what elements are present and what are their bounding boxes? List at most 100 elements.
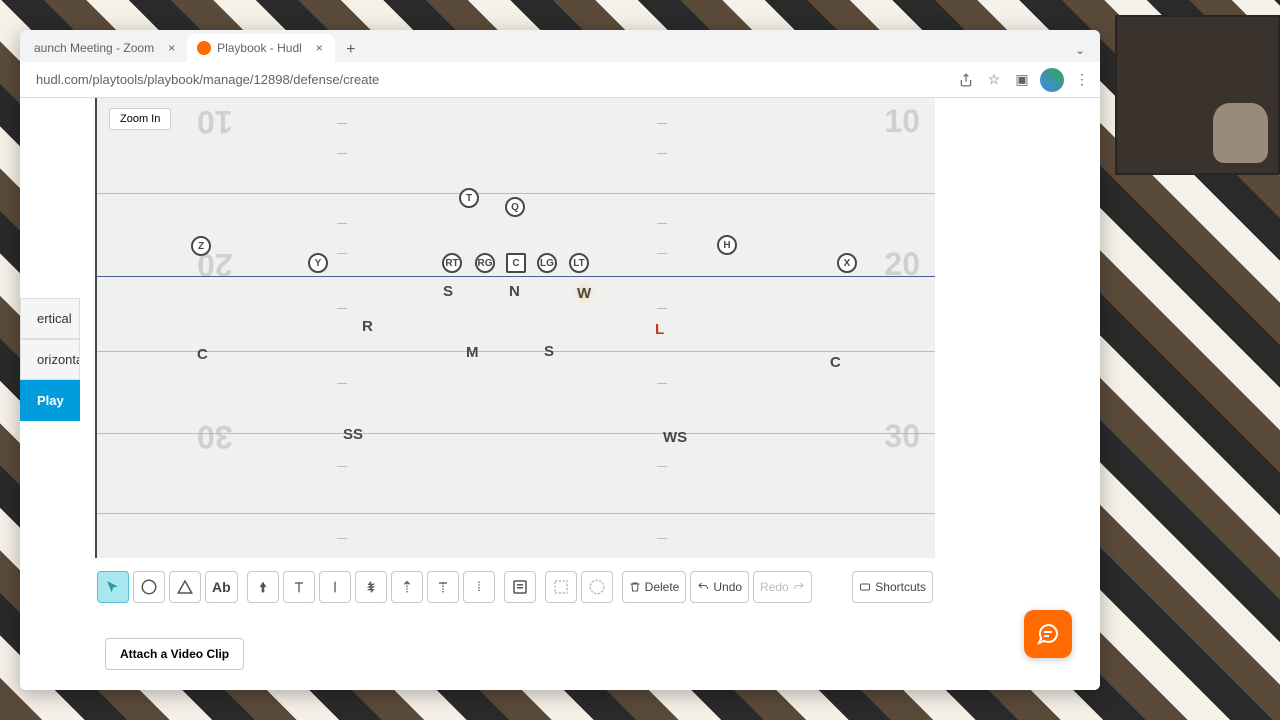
line-tool[interactable] xyxy=(319,571,351,603)
defender-s2[interactable]: S xyxy=(544,343,554,360)
defender-c-left[interactable]: C xyxy=(197,346,208,363)
line-of-scrimmage xyxy=(97,276,935,277)
tab-hudl[interactable]: Playbook - Hudl × xyxy=(187,34,335,62)
shortcuts-label: Shortcuts xyxy=(875,580,926,594)
zigzag-tool[interactable] xyxy=(355,571,387,603)
player-lg[interactable]: LG xyxy=(537,253,557,273)
shortcuts-button[interactable]: Shortcuts xyxy=(852,571,933,603)
content-area: ertical orizontal Play Zoom In 10 10 20 … xyxy=(20,98,1100,690)
extensions-icon[interactable]: ▣ xyxy=(1012,70,1032,90)
defender-w[interactable]: W xyxy=(573,283,595,304)
defender-ws[interactable]: WS xyxy=(663,429,687,446)
player-y[interactable]: Y xyxy=(308,253,328,273)
select-tool[interactable] xyxy=(97,571,129,603)
menu-icon[interactable]: ⋮ xyxy=(1072,70,1092,90)
yard-line xyxy=(97,513,935,514)
triangle-tool[interactable] xyxy=(169,571,201,603)
th-pass: Pass Responsibility xyxy=(605,688,805,690)
zoom-in-button[interactable]: Zoom In xyxy=(109,108,171,130)
webcam-overlay xyxy=(1115,15,1280,175)
th-run: Run Responsibility xyxy=(295,688,605,690)
player-lt[interactable]: LT xyxy=(569,253,589,273)
player-x[interactable]: X xyxy=(837,253,857,273)
tab-label: Playbook - Hudl xyxy=(217,41,302,55)
flip-vertical-button[interactable]: ertical xyxy=(20,298,80,339)
defender-s[interactable]: S xyxy=(443,283,453,300)
tab-bar: aunch Meeting - Zoom × Playbook - Hudl ×… xyxy=(20,30,1100,62)
undo-button[interactable]: Undo xyxy=(690,571,749,603)
hash-mark xyxy=(337,253,347,254)
defender-c-right[interactable]: C xyxy=(830,354,841,371)
redo-label: Redo xyxy=(760,580,789,594)
hash-mark xyxy=(337,153,347,154)
yard-number: 10 xyxy=(884,103,920,140)
zone-square-tool[interactable] xyxy=(545,571,577,603)
yard-line xyxy=(97,351,935,352)
defender-r[interactable]: R xyxy=(362,318,373,335)
url-bar: hudl.com/playtools/playbook/manage/12898… xyxy=(20,62,1100,98)
yard-line xyxy=(97,433,935,434)
share-icon[interactable] xyxy=(956,70,976,90)
browser-window: aunch Meeting - Zoom × Playbook - Hudl ×… xyxy=(20,30,1100,690)
player-c[interactable]: C xyxy=(506,253,526,273)
new-tab-button[interactable]: + xyxy=(339,38,363,62)
player-t[interactable]: T xyxy=(459,188,479,208)
player-rg[interactable]: RG xyxy=(475,253,495,273)
football-field[interactable]: Zoom In 10 10 20 20 30 30 xyxy=(95,98,935,558)
hudl-favicon xyxy=(197,41,211,55)
yard-number: 20 xyxy=(884,246,920,283)
block-tool[interactable] xyxy=(283,571,315,603)
hash-mark xyxy=(337,123,347,124)
close-icon[interactable]: × xyxy=(168,41,175,55)
th-position: Position xyxy=(95,688,165,690)
player-q[interactable]: Q xyxy=(505,197,525,217)
hash-mark xyxy=(337,383,347,384)
hash-mark xyxy=(337,466,347,467)
yard-line xyxy=(97,193,935,194)
zone-circle-tool[interactable] xyxy=(581,571,613,603)
player-z[interactable]: Z xyxy=(191,236,211,256)
close-icon[interactable]: × xyxy=(316,41,323,55)
tab-label: aunch Meeting - Zoom xyxy=(34,41,154,55)
th-alignment: Alignment xyxy=(165,688,295,690)
hash-mark xyxy=(657,253,667,254)
tab-dropdown-icon[interactable]: ⌄ xyxy=(1068,38,1092,62)
bookmark-icon[interactable]: ☆ xyxy=(984,70,1004,90)
note-tool[interactable] xyxy=(504,571,536,603)
attach-video-button[interactable]: Attach a Video Clip xyxy=(105,638,244,670)
hash-mark xyxy=(337,223,347,224)
dotted-block-tool[interactable] xyxy=(427,571,459,603)
chat-button[interactable] xyxy=(1024,610,1072,658)
yard-number: 30 xyxy=(884,418,920,455)
redo-button[interactable]: Redo xyxy=(753,571,812,603)
player-h[interactable]: H xyxy=(717,235,737,255)
hash-mark xyxy=(657,466,667,467)
delete-button[interactable]: Delete xyxy=(622,571,687,603)
arrow-tool[interactable] xyxy=(247,571,279,603)
defender-ss[interactable]: SS xyxy=(343,426,363,443)
dotted-arrow-tool[interactable] xyxy=(391,571,423,603)
hash-mark xyxy=(657,538,667,539)
yard-number: 10 xyxy=(197,103,233,140)
defender-n[interactable]: N xyxy=(509,283,520,300)
player-rt[interactable]: RT xyxy=(442,253,462,273)
hash-mark xyxy=(657,308,667,309)
url-text[interactable]: hudl.com/playtools/playbook/manage/12898… xyxy=(28,72,948,87)
play-button[interactable]: Play xyxy=(20,380,80,421)
circle-tool[interactable] xyxy=(133,571,165,603)
undo-label: Undo xyxy=(713,580,742,594)
side-buttons: ertical orizontal Play xyxy=(20,298,80,421)
hash-mark xyxy=(657,223,667,224)
yard-number: 30 xyxy=(197,418,233,455)
dotted-line-tool[interactable] xyxy=(463,571,495,603)
hash-mark xyxy=(657,383,667,384)
defender-l[interactable]: L xyxy=(655,321,664,338)
delete-label: Delete xyxy=(645,580,680,594)
profile-avatar[interactable] xyxy=(1040,68,1064,92)
play-editor-toolbar: Ab xyxy=(95,566,935,608)
hash-mark xyxy=(657,123,667,124)
tab-zoom[interactable]: aunch Meeting - Zoom × xyxy=(24,34,187,62)
defender-m[interactable]: M xyxy=(466,344,479,361)
flip-horizontal-button[interactable]: orizontal xyxy=(20,339,80,380)
text-tool[interactable]: Ab xyxy=(205,571,238,603)
